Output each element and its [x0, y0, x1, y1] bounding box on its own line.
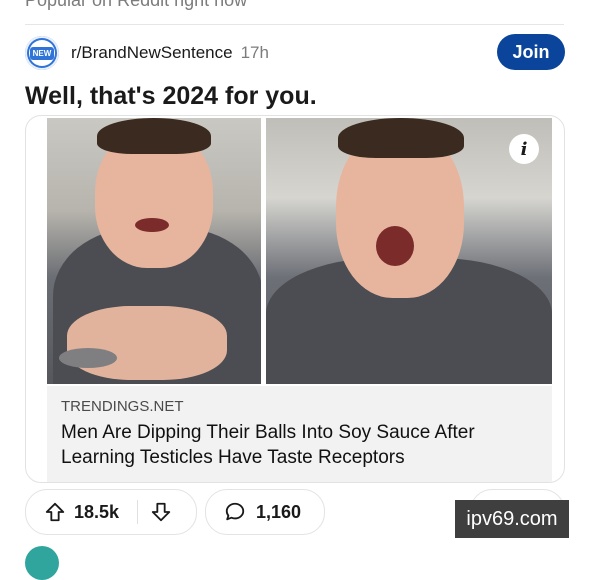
figure-hair: [97, 118, 211, 154]
link-caption: TRENDINGS.NET Men Are Dipping Their Ball…: [47, 386, 552, 482]
subreddit-avatar-inner: NEW: [29, 40, 55, 66]
post-time: 17h: [240, 43, 269, 62]
subreddit-name[interactable]: r/BrandNewSentence: [71, 43, 233, 62]
comment-count: 1,160: [256, 501, 302, 522]
thumbnail-right: i: [266, 118, 552, 384]
feed-header-label: Popular on Reddit right now: [25, 0, 248, 10]
figure-mouth-right: [376, 226, 414, 266]
figure-mouth: [135, 218, 169, 232]
figure-hand: [67, 306, 227, 380]
link-headline: Men Are Dipping Their Balls Into Soy Sau…: [61, 422, 475, 468]
subreddit-badge: NEW: [29, 46, 55, 60]
feed-header: Popular on Reddit right now •••: [0, 0, 589, 22]
next-post-avatar[interactable]: [25, 546, 59, 580]
join-button[interactable]: Join: [497, 34, 565, 70]
more-dots-icon[interactable]: •••: [537, 0, 561, 9]
thumbnail-left: [47, 118, 261, 384]
comments-button[interactable]: 1,160: [205, 489, 325, 535]
post-header: NEW r/BrandNewSentence 17h Join: [25, 34, 565, 74]
comment-bubble-icon: [225, 502, 245, 521]
post-title[interactable]: Well, that's 2024 for you.: [25, 82, 317, 111]
divider: [25, 24, 564, 25]
info-icon[interactable]: i: [509, 134, 539, 164]
vote-separator: [137, 500, 139, 524]
watermark: ipv69.com: [455, 500, 569, 538]
link-card[interactable]: i TRENDINGS.NET Men Are Dipping Their Ba…: [25, 115, 565, 483]
link-source: TRENDINGS.NET: [61, 398, 184, 415]
subreddit-avatar[interactable]: NEW: [25, 36, 59, 70]
vote-bar: 18.5k: [25, 489, 197, 535]
subreddit-line: r/BrandNewSentence 17h: [71, 43, 269, 63]
soy-dish: [59, 348, 117, 368]
upvote-arrow-icon[interactable]: [44, 501, 66, 523]
upvote-count: 18.5k: [74, 501, 120, 522]
downvote-arrow-icon[interactable]: [150, 501, 172, 523]
figure-hair-right: [338, 118, 464, 158]
